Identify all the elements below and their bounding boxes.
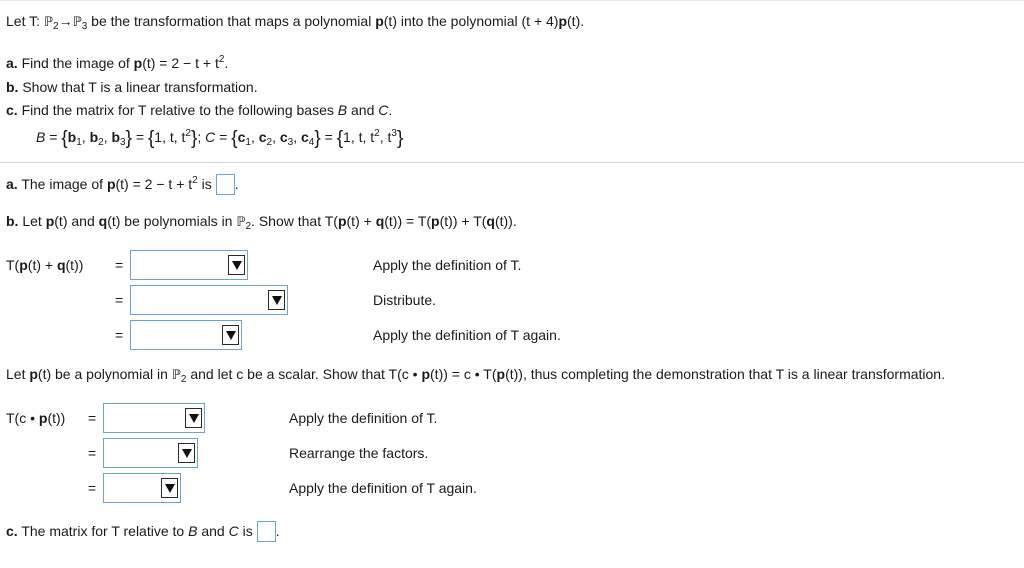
equals-sign: =: [115, 327, 124, 343]
homogeneity-lhs: T(c • p(t)): [6, 410, 66, 426]
answer-c-input[interactable]: [256, 521, 276, 542]
homogeneity-step2-note: Rearrange the factors.: [289, 445, 429, 461]
additivity-step3-dropdown[interactable]: [130, 320, 242, 350]
homogeneity-step1-dropdown[interactable]: [103, 403, 205, 433]
top-border: [0, 0, 1024, 1]
equals-sign: =: [88, 410, 97, 426]
answer-a-input[interactable]: [215, 174, 235, 195]
homogeneity-step2-dropdown[interactable]: [103, 438, 198, 468]
problem-statement: Let T: ℙ2→ℙ3 be the transformation that …: [6, 13, 585, 32]
scalar-intro: Let p(t) be a polynomial in ℙ2 and let c…: [6, 366, 945, 385]
chevron-down-icon[interactable]: [268, 290, 285, 310]
chevron-down-icon[interactable]: [161, 478, 178, 498]
equals-sign: =: [115, 257, 124, 273]
bases-definition: B = {b1, b2, b3} = {1, t, t2}; C = {c1, …: [36, 128, 404, 149]
answer-b-intro: b. Let p(t) and q(t) be polynomials in ℙ…: [6, 213, 517, 232]
chevron-down-icon[interactable]: [178, 443, 195, 463]
part-a-prompt: a. Find the image of p(t) = 2 − t + t2.: [6, 54, 229, 72]
part-b-prompt: b. Show that T is a linear transformatio…: [6, 79, 258, 95]
additivity-step1-note: Apply the definition of T.: [373, 257, 522, 273]
homogeneity-step3-note: Apply the definition of T again.: [289, 480, 477, 496]
equals-sign: =: [88, 480, 97, 496]
chevron-down-icon[interactable]: [222, 325, 239, 345]
additivity-step1-dropdown[interactable]: [130, 250, 248, 280]
additivity-step2-dropdown[interactable]: [130, 285, 288, 315]
chevron-down-icon[interactable]: [185, 408, 202, 428]
additivity-step3-note: Apply the definition of T again.: [373, 327, 561, 343]
part-c-prompt: c. Find the matrix for T relative to the…: [6, 102, 393, 118]
section-divider: [0, 162, 1024, 163]
homogeneity-step1-note: Apply the definition of T.: [289, 410, 438, 426]
homogeneity-step3-dropdown[interactable]: [103, 473, 181, 503]
additivity-step2-note: Distribute.: [373, 292, 437, 308]
equals-sign: =: [88, 445, 97, 461]
equals-sign: =: [115, 292, 124, 308]
answer-c-row: c. The matrix for T relative to B and C …: [6, 521, 280, 542]
additivity-lhs: T(p(t) + q(t)): [6, 257, 84, 273]
answer-a-row: a. The image of p(t) = 2 − t + t2 is.: [6, 174, 239, 195]
chevron-down-icon[interactable]: [228, 255, 245, 275]
